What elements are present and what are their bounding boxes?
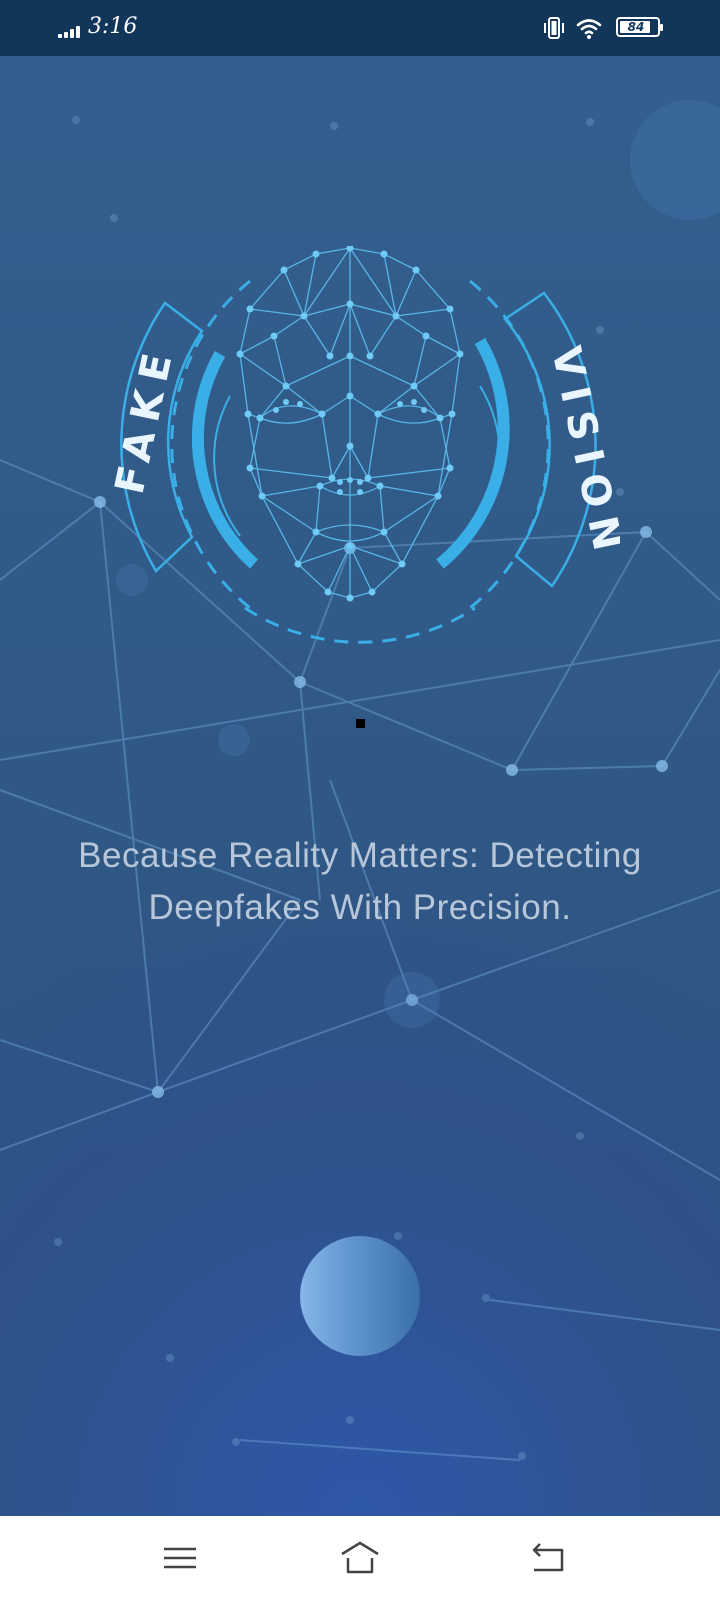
status-bar: 3:16 84 — [0, 0, 720, 56]
splash-screen: FAKE VISION Because Reality Matters: Det… — [0, 56, 720, 1516]
navigation-bar — [0, 1516, 720, 1600]
vibrate-icon — [544, 17, 564, 39]
cursor-dot — [356, 719, 365, 728]
status-time: 3:16 — [88, 14, 138, 39]
signal-icon — [58, 26, 82, 38]
tagline-line-2: Deepfakes With Precision. — [148, 888, 572, 927]
logo-right-text: VISION — [542, 343, 620, 565]
menu-icon[interactable] — [158, 1538, 202, 1578]
fake-vision-logo: FAKE VISION — [107, 246, 620, 644]
battery-icon: 84 — [616, 17, 663, 37]
battery-level: 84 — [627, 20, 645, 34]
wifi-icon — [576, 19, 602, 39]
tagline: Because Reality Matters: Detecting Deepf… — [40, 830, 680, 934]
back-icon[interactable] — [526, 1538, 570, 1578]
logo-left-text: FAKE — [107, 340, 184, 498]
home-icon[interactable] — [338, 1538, 382, 1578]
start-button[interactable] — [300, 1236, 420, 1356]
tagline-line-1: Because Reality Matters: Detecting — [78, 836, 642, 875]
